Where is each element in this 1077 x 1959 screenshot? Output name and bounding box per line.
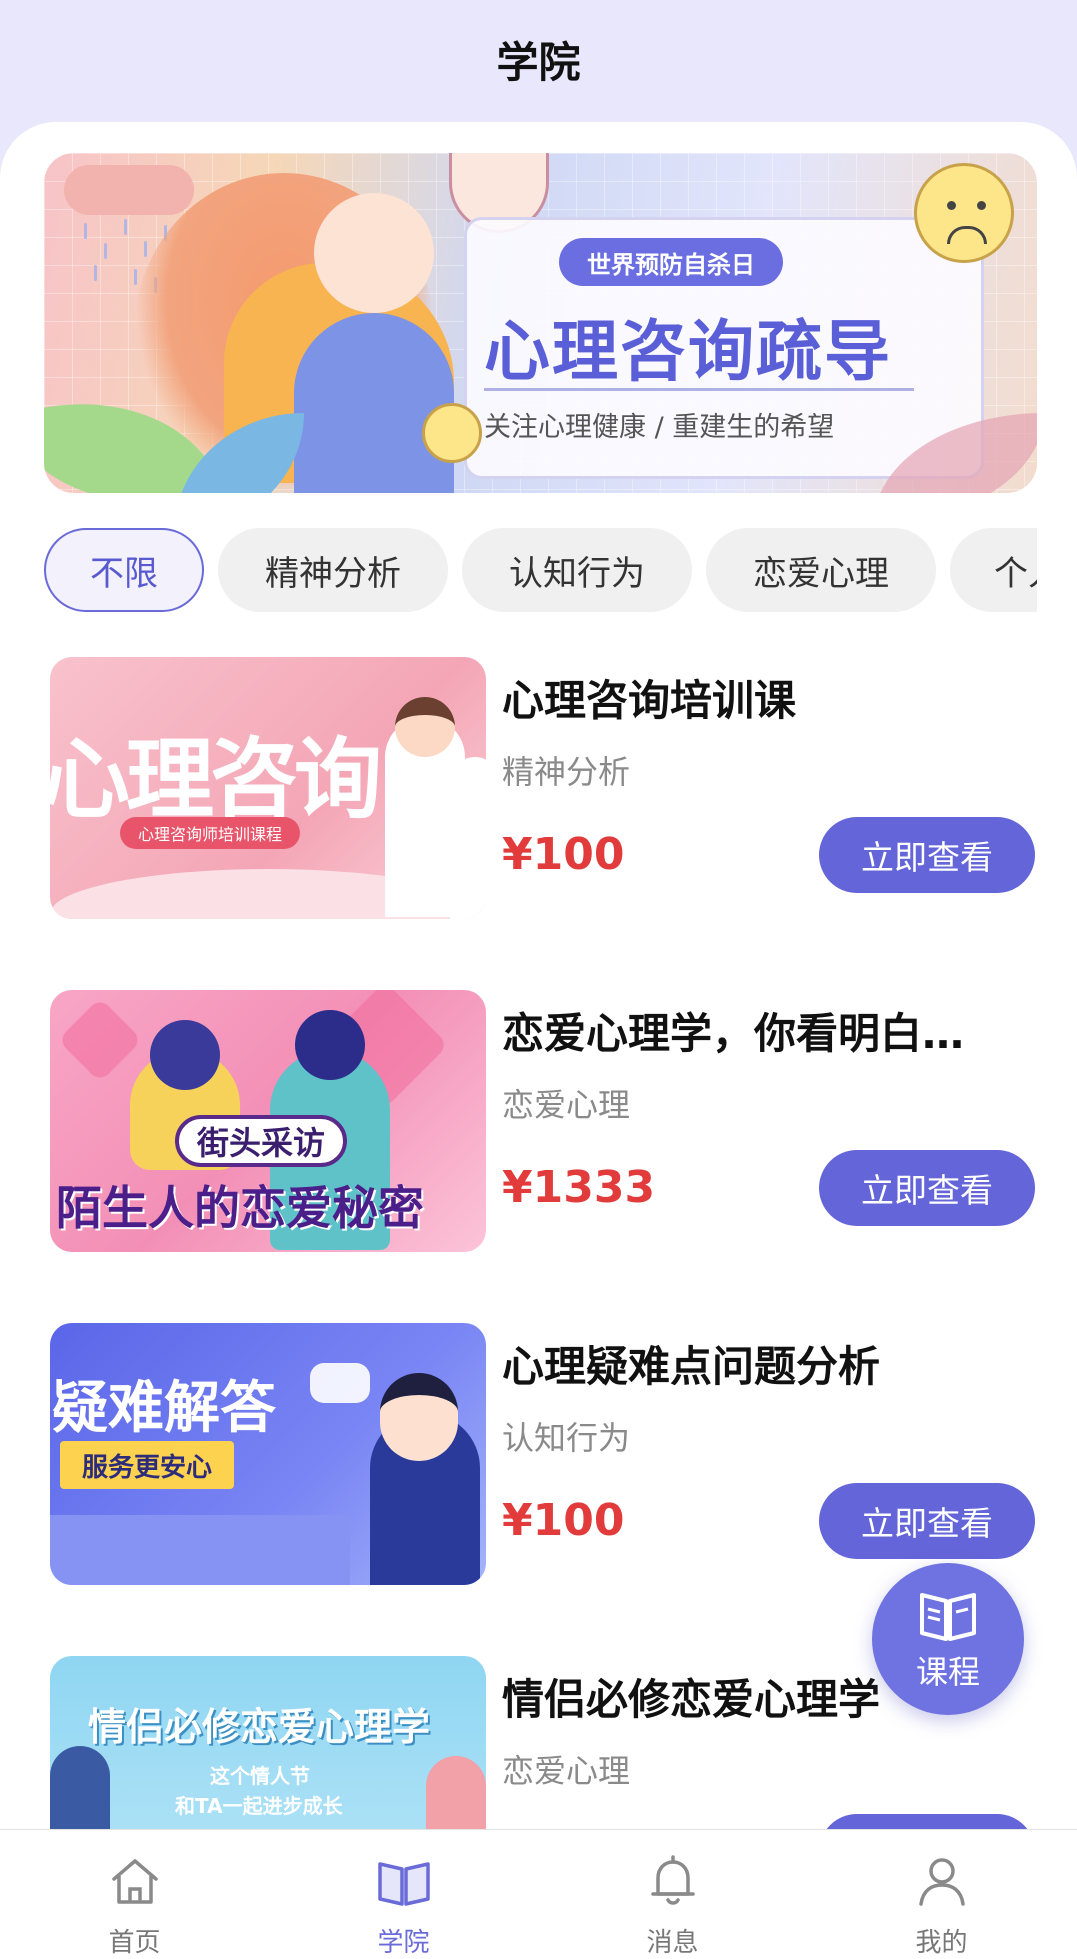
sad-face-icon [914,163,1014,263]
thumbnail-title: 疑难解答 [52,1376,276,1441]
banner-subtitle: 关注心理健康 / 重建生的希望 [484,412,835,443]
course-card[interactable]: 心理咨询 心理咨询师培训课程 心理咨询培训课 精神分析 ¥100 立即查看 [50,657,1035,919]
agent-face-illustration [380,1373,458,1461]
thumbnail-title: 陌生人的恋爱秘密 [56,1181,424,1235]
view-now-button[interactable]: 立即查看 [819,1150,1035,1226]
heart-shape [57,997,143,1083]
course-floating-button[interactable]: 课程 [872,1563,1024,1715]
banner-divider [484,388,914,391]
course-category: 精神分析 [502,753,631,791]
course-category: 恋爱心理 [502,1752,631,1790]
thumbnail-band: 服务更安心 [60,1441,235,1489]
header: 学院 [0,0,1077,125]
promo-banner[interactable]: 世界预防自杀日 心理咨询疏导 关注心理健康 / 重建生的希望 [44,153,1037,493]
user-icon [918,1858,965,1906]
home-icon [111,1859,158,1904]
chip-all[interactable]: 不限 [44,528,204,612]
banner-title: 心理咨询疏导 [484,313,892,390]
thumbnail-line: 这个情人节 [210,1764,310,1788]
girl-illustration [426,1756,486,1829]
tab-label: 消息 [646,1928,699,1958]
course-thumbnail[interactable]: 情侣必修恋爱心理学 这个情人节 和TA一起进步成长 [50,1656,486,1829]
doctor-head-illustration [395,697,455,757]
thumbnail-bubble: 街头采访 [175,1115,348,1167]
fab-label: 课程 [915,1653,980,1691]
speech-bubble-icon [310,1363,370,1403]
thumbnail-pill: 心理咨询师培训课程 [120,817,301,849]
app-screen: 学院 世界预防自杀日 心理咨询疏导 关注心理健康 / 重建生的希望 不限 精神分… [0,0,1077,1959]
course-price: ¥100 [502,1495,625,1546]
banner-tag: 世界预防自杀日 [559,238,783,286]
course-category: 恋爱心理 [502,1086,631,1124]
course-price: ¥100 [502,829,625,880]
rain-cloud-illustration [64,165,194,215]
chip-cognitive-behavior[interactable]: 认知行为 [462,528,692,612]
bottom-tab-bar: 首页 学院 消息 我的 [0,1829,1077,1959]
course-price: ¥1333 [502,1162,656,1213]
tab-label: 学院 [377,1928,430,1958]
tab-home[interactable]: 首页 [0,1830,269,1959]
boy-illustration [50,1746,110,1829]
thumbnail-title: 情侣必修恋爱心理学 [88,1705,431,1749]
book-icon [377,1862,430,1906]
view-now-button[interactable]: 立即查看 [819,817,1035,893]
tab-label: 首页 [108,1928,161,1958]
course-thumbnail[interactable]: 疑难解答 服务更安心 [50,1323,486,1585]
nurse-illustration [450,757,486,919]
course-title[interactable]: 心理咨询培训课 [502,667,1022,728]
girl-face-illustration [314,193,434,313]
course-card[interactable]: 街头采访 陌生人的恋爱秘密 恋爱心理学，你看明白… 恋爱心理 ¥1333 立即查… [50,990,1035,1252]
chip-personal[interactable]: 个人 [950,528,1037,612]
chip-love-psychology[interactable]: 恋爱心理 [706,528,936,612]
bell-icon [650,1855,695,1905]
man-head-illustration [295,1010,365,1080]
woman-head-illustration [150,1020,220,1090]
tab-academy[interactable]: 学院 [269,1830,538,1959]
page-title: 学院 [496,38,581,87]
course-title[interactable]: 心理疑难点问题分析 [502,1333,1022,1394]
tab-label: 我的 [915,1928,968,1958]
thumbnail-line: 和TA一起进步成长 [175,1794,343,1818]
view-now-button[interactable]: 立即查看 [819,1483,1035,1559]
upset-face-icon [422,403,482,463]
course-thumbnail[interactable]: 街头采访 陌生人的恋爱秘密 [50,990,486,1252]
tab-profile[interactable]: 我的 [807,1830,1076,1959]
girl-legs-illustration [294,313,454,493]
book-icon [920,1593,976,1641]
course-card[interactable]: 疑难解答 服务更安心 心理疑难点问题分析 认知行为 ¥100 立即查看 [50,1323,1035,1585]
tab-messages[interactable]: 消息 [538,1830,807,1959]
course-title[interactable]: 恋爱心理学，你看明白… [502,1000,1022,1061]
view-now-button[interactable] [819,1814,1035,1829]
course-category: 认知行为 [502,1419,631,1457]
course-thumbnail[interactable]: 心理咨询 心理咨询师培训课程 [50,657,486,919]
category-filter-bar[interactable]: 不限 精神分析 认知行为 恋爱心理 个人 [44,528,1037,612]
chip-psychoanalysis[interactable]: 精神分析 [218,528,448,612]
city-illustration [50,1515,350,1585]
